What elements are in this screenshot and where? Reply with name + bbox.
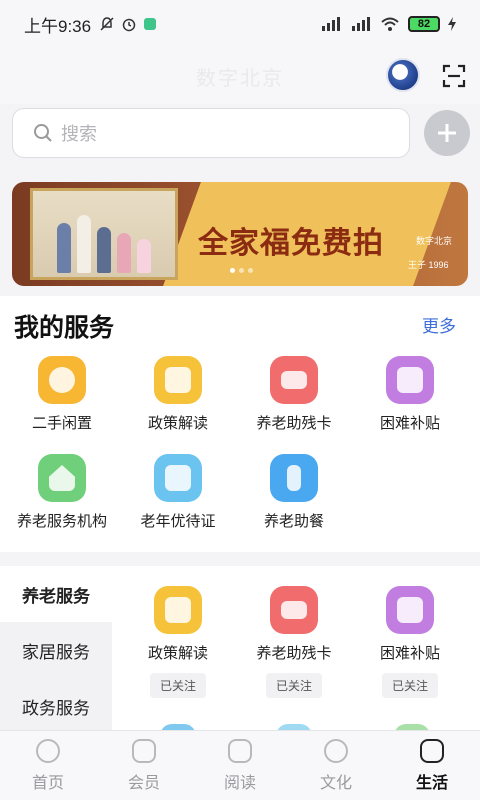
follow-card-label: 困难补贴 [379, 645, 440, 662]
more-link[interactable]: 更多 [422, 312, 456, 337]
tab-label: 阅读 [223, 774, 256, 792]
service-idle-goods[interactable]: 二手闲置 [4, 356, 120, 433]
tab-life[interactable]: 生活 [384, 731, 480, 800]
tab-read[interactable]: 阅读 [192, 731, 288, 800]
crown-icon [132, 738, 156, 763]
life-icon [420, 738, 444, 763]
service-label: 养老服务机构 [16, 513, 107, 530]
category-side-nav: 养老服务 家居服务 政务服务 [0, 566, 112, 734]
bottom-tab-bar: 首页 会员 阅读 文化 生活 [0, 730, 480, 800]
tab-culture[interactable]: 文化 [288, 731, 384, 800]
my-services-section: 我的服务 更多 二手闲置 政策解读 养老助残卡 困难补贴 养老服务机构 老年优待… [0, 296, 480, 552]
add-button[interactable] [424, 110, 470, 156]
service-senior-certificate[interactable]: 老年优待证 [120, 454, 236, 531]
home-icon [36, 738, 60, 763]
service-label: 养老助残卡 [256, 415, 332, 432]
follow-card-policy[interactable]: 政策解读 已关注 [120, 586, 236, 698]
tab-member[interactable]: 会员 [96, 731, 192, 800]
followed-badge[interactable]: 已关注 [265, 673, 322, 698]
tab-label: 首页 [31, 774, 64, 792]
service-label: 困难补贴 [379, 415, 440, 432]
battery-indicator: 82 [408, 16, 440, 32]
follow-card-label: 养老助残卡 [256, 645, 332, 662]
house-icon [38, 454, 86, 502]
follow-card-subsidy[interactable]: 困难补贴 已关注 [352, 586, 468, 698]
mute-bell-icon [100, 17, 114, 31]
culture-icon [324, 738, 348, 763]
book-icon [228, 738, 252, 763]
service-elder-card[interactable]: 养老助残卡 [236, 356, 352, 433]
carousel-dot[interactable] [239, 268, 244, 273]
carousel-dot[interactable] [248, 268, 253, 273]
plus-icon [438, 124, 456, 142]
scan-icon[interactable] [442, 64, 466, 88]
banner-family-photo [30, 188, 178, 280]
service-label: 老年优待证 [140, 513, 216, 530]
side-nav-item-elder-services[interactable]: 养老服务 [0, 566, 112, 622]
carousel-dots [230, 268, 253, 273]
promo-banner[interactable]: 全家福免费拍 数字北京 王子 1996 [12, 182, 468, 286]
service-elder-meal[interactable]: 养老助餐 [236, 454, 352, 531]
follow-card-label: 政策解读 [147, 645, 208, 662]
subsidy-icon [386, 356, 434, 404]
service-label: 养老助餐 [263, 513, 324, 530]
banner-headline: 全家福免费拍 [198, 227, 384, 260]
certificate-icon [154, 454, 202, 502]
service-label: 政策解读 [147, 415, 208, 432]
tab-label: 文化 [319, 774, 352, 792]
status-time: 上午9:36 [24, 16, 92, 36]
section-title: 我的服务 [14, 314, 115, 342]
tab-home[interactable]: 首页 [0, 731, 96, 800]
followed-badge[interactable]: 已关注 [149, 673, 206, 698]
policy-book-icon [154, 356, 202, 404]
tab-label: 生活 [415, 774, 448, 792]
search-icon [34, 124, 52, 142]
follow-card-elder-card[interactable]: 养老助残卡 已关注 [236, 586, 352, 698]
card-icon [270, 356, 318, 404]
card-icon [270, 586, 318, 634]
avatar[interactable] [386, 58, 420, 92]
charging-icon [448, 17, 456, 31]
carousel-dot[interactable] [230, 268, 235, 273]
search-placeholder: 搜索 [61, 124, 97, 144]
meal-icon [270, 454, 318, 502]
banner-brand: 数字北京 [416, 236, 453, 246]
side-nav-item-gov-services[interactable]: 政务服务 [0, 678, 112, 734]
alarm-icon [122, 18, 136, 32]
status-bar: 上午9:36 82 [0, 0, 480, 48]
app-header: 数字北京 [0, 48, 480, 104]
followed-badge[interactable]: 已关注 [381, 673, 438, 698]
side-nav-item-home-services[interactable]: 家居服务 [0, 622, 112, 678]
banner-brand-secondary: 王子 1996 [408, 260, 449, 270]
service-subsidy[interactable]: 困难补贴 [352, 356, 468, 433]
service-label: 二手闲置 [31, 415, 92, 432]
signal-2-icon [352, 17, 370, 31]
policy-book-icon [154, 586, 202, 634]
service-elder-institution[interactable]: 养老服务机构 [4, 454, 120, 531]
signal-icon [322, 17, 340, 31]
app-notification-icon [144, 18, 157, 30]
subsidy-icon [386, 586, 434, 634]
service-policy[interactable]: 政策解读 [120, 356, 236, 433]
idle-goods-icon [38, 356, 86, 404]
tab-label: 会员 [127, 774, 160, 792]
wifi-icon [381, 17, 399, 31]
search-input[interactable]: 搜索 [12, 108, 410, 158]
